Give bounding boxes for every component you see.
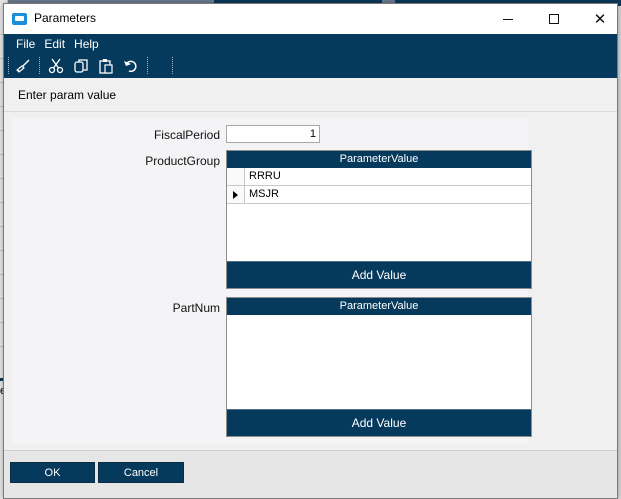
window-title: Parameters bbox=[34, 11, 97, 25]
close-icon: ✕ bbox=[593, 11, 607, 28]
dialog-button-bar: OK Cancel bbox=[4, 450, 617, 498]
title-bar[interactable]: Parameters ✕ bbox=[4, 4, 617, 34]
toolbar-grip bbox=[172, 57, 173, 74]
row-selector[interactable] bbox=[227, 168, 245, 185]
copy-icon bbox=[74, 59, 88, 73]
menu-bar: File Edit Help bbox=[4, 34, 617, 53]
prompt-text: Enter param value bbox=[18, 87, 117, 102]
paste-button[interactable] bbox=[96, 56, 116, 76]
grid-row[interactable]: MSJR bbox=[227, 186, 531, 204]
menu-edit[interactable]: Edit bbox=[44, 37, 65, 51]
prompt-bar: Enter param value bbox=[4, 78, 617, 112]
fiscal-period-label: FiscalPeriod bbox=[153, 128, 220, 142]
cut-button[interactable] bbox=[46, 56, 66, 76]
app-icon bbox=[12, 13, 27, 25]
product-group-label: ProductGroup bbox=[145, 154, 220, 168]
maximize-button[interactable] bbox=[531, 4, 577, 34]
product-group-grid: ParameterValue RRRU MSJR Add Value bbox=[226, 150, 532, 289]
menu-file[interactable]: File bbox=[16, 37, 35, 51]
clear-button[interactable] bbox=[13, 56, 33, 76]
undo-button[interactable] bbox=[121, 56, 141, 76]
product-group-add-value-button[interactable]: Add Value bbox=[227, 261, 531, 288]
toolbar-separator bbox=[39, 57, 40, 74]
fiscal-period-input[interactable] bbox=[226, 125, 320, 143]
parameters-dialog: Parameters ✕ File Edit Help Enter param … bbox=[3, 3, 618, 499]
toolbar-separator bbox=[147, 57, 148, 74]
grid-cell[interactable]: MSJR bbox=[249, 188, 279, 200]
cancel-button[interactable]: Cancel bbox=[98, 462, 184, 483]
part-num-label: PartNum bbox=[172, 301, 220, 315]
toolbar bbox=[4, 53, 617, 78]
grid-column-header[interactable]: ParameterValue bbox=[227, 298, 531, 315]
maximize-icon bbox=[549, 14, 559, 24]
cut-icon bbox=[48, 58, 64, 74]
copy-button[interactable] bbox=[71, 56, 91, 76]
minimize-button[interactable] bbox=[485, 4, 531, 34]
grid-row[interactable]: RRRU bbox=[227, 168, 531, 186]
grid-cell[interactable]: RRRU bbox=[249, 170, 281, 182]
minimize-icon bbox=[503, 18, 513, 20]
toolbar-grip bbox=[8, 57, 9, 74]
undo-icon bbox=[124, 60, 137, 73]
part-num-grid: ParameterValue Add Value bbox=[226, 297, 532, 437]
part-num-add-value-button[interactable]: Add Value bbox=[227, 409, 531, 436]
broom-icon bbox=[16, 59, 30, 73]
current-row-icon bbox=[233, 191, 238, 199]
row-selector[interactable] bbox=[227, 186, 245, 203]
menu-help[interactable]: Help bbox=[74, 37, 99, 51]
paste-icon bbox=[99, 59, 113, 74]
close-button[interactable]: ✕ bbox=[577, 4, 617, 34]
grid-column-header[interactable]: ParameterValue bbox=[227, 151, 531, 168]
ok-button[interactable]: OK bbox=[10, 462, 95, 483]
